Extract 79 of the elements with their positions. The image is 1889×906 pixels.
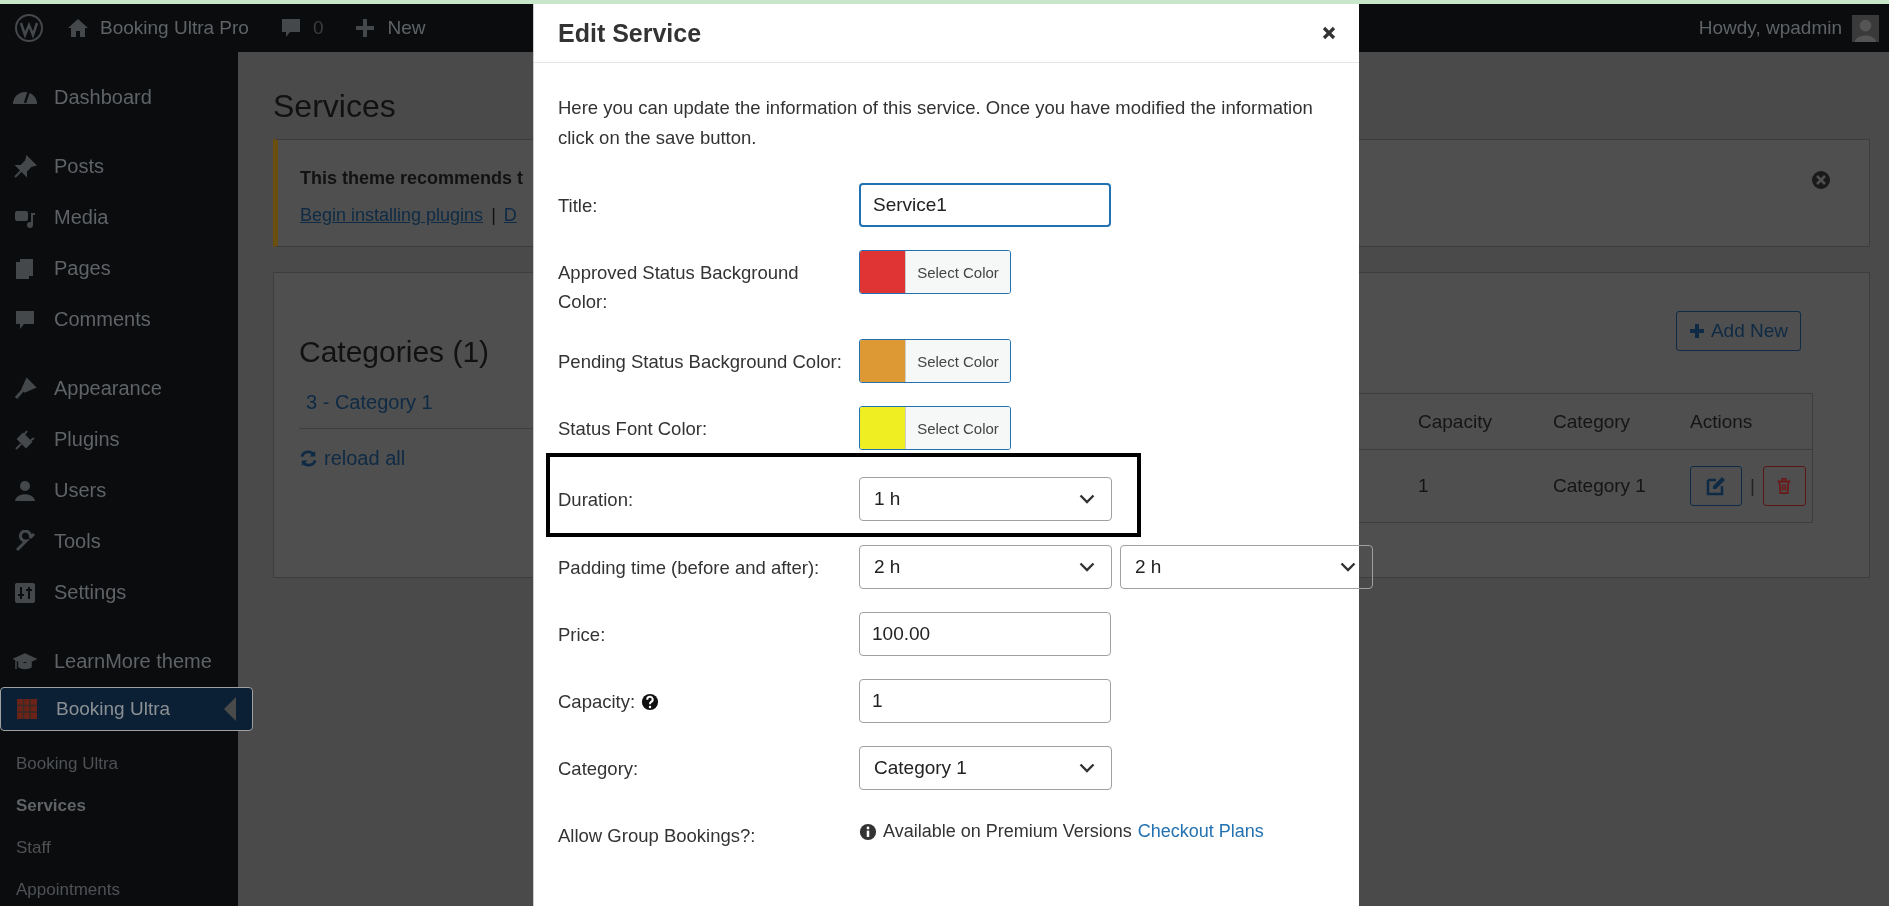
select-dropdown[interactable]: 2 h: [1120, 545, 1373, 589]
refresh-icon: [299, 449, 318, 468]
new-link[interactable]: New: [387, 17, 426, 39]
notice-link[interactable]: Begin installing plugins: [300, 205, 484, 226]
sidebar-item[interactable]: Users: [0, 465, 238, 516]
grid-icon: [15, 697, 39, 721]
notice-text: This theme recommends t: [300, 168, 524, 189]
help-icon[interactable]: [641, 692, 660, 711]
greeting-link[interactable]: Howdy, wpadmin: [1698, 17, 1842, 39]
categories-title: Categories (1): [299, 335, 490, 369]
field-label: Title:: [558, 194, 598, 218]
sidebar-item[interactable]: Booking Ultra: [0, 687, 253, 731]
field-label: Allow Group Bookings?:: [558, 824, 756, 848]
info-icon: [859, 822, 877, 841]
field-label: Status Font Color:: [558, 417, 708, 441]
dialog-title: Edit Service: [558, 18, 702, 48]
plus-icon: [1688, 323, 1705, 339]
text-field[interactable]: 100.00: [859, 612, 1111, 656]
chevron-down-icon: [1340, 562, 1356, 572]
home-icon[interactable]: [66, 16, 90, 40]
sidebar-item[interactable]: Tools: [0, 516, 238, 567]
link-separator: |: [491, 205, 496, 226]
table-cell-text: 1: [1418, 475, 1430, 497]
checkout-plans-link[interactable]: Checkout Plans: [1137, 821, 1264, 842]
text-field[interactable]: 1: [859, 679, 1111, 723]
field-label: Padding time (before and after):: [558, 556, 820, 580]
field-label: Duration:: [558, 488, 634, 512]
sidebar-item[interactable]: Posts: [0, 141, 238, 192]
sliders-icon: [13, 580, 37, 605]
add-new-button[interactable]: Add New: [1675, 311, 1801, 351]
column-header: Category: [1553, 410, 1632, 433]
color-picker[interactable]: Select Color: [859, 406, 1011, 450]
reload-link[interactable]: reload all: [299, 447, 1844, 470]
text-field[interactable]: Service1: [859, 183, 1111, 227]
sidebar-item[interactable]: Pages: [0, 243, 238, 294]
field-label: Capacity:: [558, 690, 636, 714]
wrench-icon: [13, 529, 37, 554]
select-dropdown[interactable]: Category 1: [859, 746, 1112, 790]
submenu-item[interactable]: Appointments: [0, 869, 238, 906]
field-label: Category:: [558, 757, 639, 781]
column-header: Capacity: [1418, 410, 1493, 433]
edit-button[interactable]: [1690, 466, 1742, 506]
page-title: Services: [273, 88, 396, 125]
gauge-icon: [13, 91, 37, 104]
close-icon[interactable]: [1321, 25, 1337, 41]
table-cell-text: Category 1: [1553, 475, 1647, 497]
notice-link[interactable]: D: [503, 205, 517, 226]
sidebar-item[interactable]: Appearance: [0, 363, 238, 414]
sidebar-item[interactable]: Media: [0, 192, 238, 243]
premium-note: Available on Premium Versions: [883, 821, 1132, 842]
select-dropdown[interactable]: 1 h: [859, 477, 1112, 521]
field-label: Approved Status Background Color:: [558, 261, 800, 314]
wordpress-logo-icon[interactable]: [14, 13, 44, 43]
select-dropdown[interactable]: 2 h: [859, 545, 1112, 589]
color-picker[interactable]: Select Color: [859, 339, 1011, 383]
pin-icon: [13, 154, 37, 179]
submenu-item[interactable]: Staff: [0, 827, 238, 869]
field-label: Pending Status Background Color:: [558, 350, 842, 374]
sidebar-item[interactable]: Dashboard: [0, 72, 238, 123]
chevron-down-icon: [1079, 562, 1095, 572]
pencil-square-icon: [1704, 474, 1728, 498]
sidebar-item[interactable]: LearnMore theme: [0, 636, 238, 687]
chevron-down-icon: [1079, 494, 1095, 504]
chevron-down-icon: [1079, 763, 1095, 773]
column-header: Actions: [1690, 410, 1754, 433]
dialog-description: Here you can update the information of this service. Once you have modified the information click on the save button.: [558, 96, 1314, 150]
sidebar-item[interactable]: Plugins: [0, 414, 238, 465]
site-name-link[interactable]: Booking Ultra Pro: [100, 17, 249, 39]
sidebar-item[interactable]: Comments: [0, 294, 238, 345]
person-icon: [13, 478, 37, 503]
submenu-item[interactable]: Booking Ultra: [0, 743, 238, 785]
sidebar-item[interactable]: Settings: [0, 567, 238, 618]
submenu-item[interactable]: Services: [0, 785, 238, 827]
avatar-icon[interactable]: [1852, 14, 1879, 42]
color-picker[interactable]: Select Color: [859, 250, 1011, 294]
action-separator: |: [1750, 475, 1755, 497]
delete-button[interactable]: [1762, 466, 1806, 506]
paintbrush-icon: [13, 376, 37, 401]
field-label: Price:: [558, 623, 606, 647]
